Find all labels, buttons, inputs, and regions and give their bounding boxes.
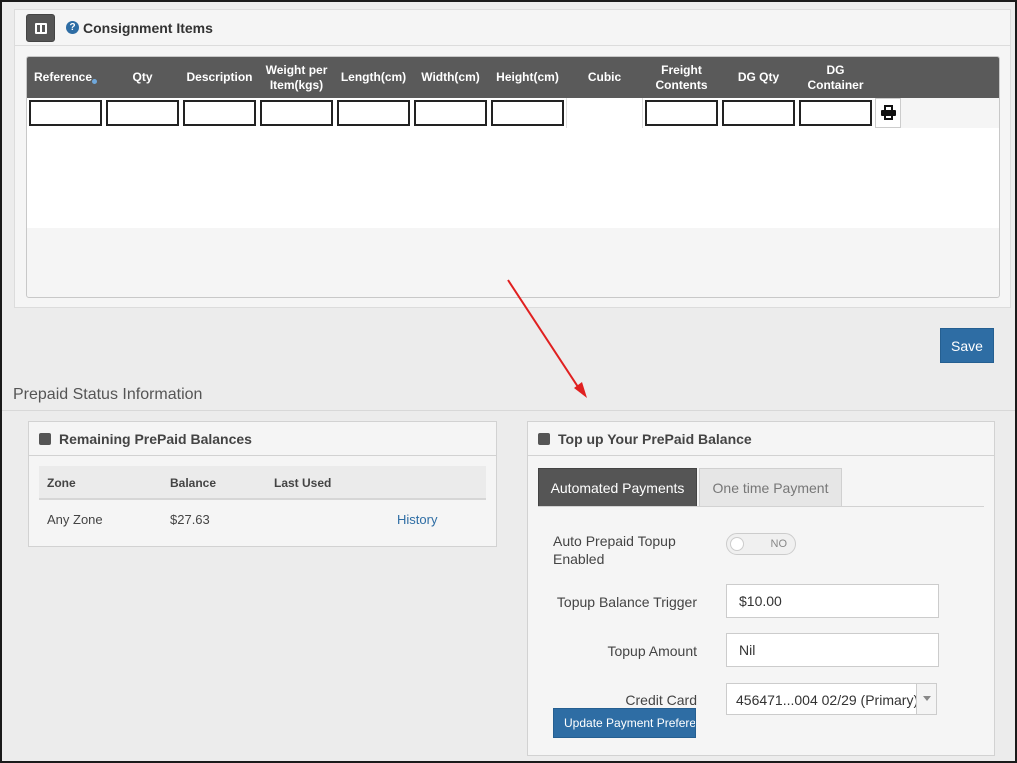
grid-input-row [27, 98, 901, 128]
toggle-columns-button[interactable] [26, 14, 55, 42]
tabs-divider [538, 506, 984, 507]
save-button[interactable]: Save [940, 328, 994, 363]
column-header-dg-qty: DG Qty [737, 70, 780, 84]
column-header-reference[interactable]: Reference [27, 57, 104, 98]
tab-one-time-payment[interactable]: One time Payment [699, 468, 842, 507]
history-link[interactable]: History [397, 512, 437, 527]
grid-header: Reference Qty Description Weight per Ite… [27, 57, 999, 98]
row-balance: $27.63 [170, 512, 210, 527]
qty-input[interactable] [106, 100, 179, 126]
remaining-balances-panel: Remaining PrePaid Balances Zone Balance … [28, 421, 497, 547]
printer-icon [881, 105, 896, 120]
section-divider [2, 410, 1015, 411]
topup-panel-title: Top up Your PrePaid Balance [558, 431, 752, 447]
balances-table-header: Zone Balance Last Used [39, 466, 486, 500]
toggle-state-text: NO [770, 538, 788, 550]
consignment-title: Consignment Items [83, 20, 213, 36]
topup-panel: Top up Your PrePaid Balance Automated Pa… [527, 421, 995, 756]
topup-amount-input[interactable] [726, 633, 939, 667]
column-header-label: Reference [33, 70, 93, 84]
column-header-height: Height(cm) [496, 70, 559, 84]
column-header-freight-contents: Freight Contents [655, 62, 708, 92]
panel-square-icon [39, 433, 51, 445]
auto-topup-toggle[interactable]: NO [726, 533, 796, 555]
dg-qty-input[interactable] [722, 100, 795, 126]
panel-square-icon [538, 433, 550, 445]
reference-input[interactable] [29, 100, 102, 126]
sort-indicator-icon [92, 79, 98, 84]
chevron-down-icon [923, 696, 931, 701]
consignment-grid: Reference Qty Description Weight per Ite… [26, 56, 1000, 298]
balances-panel-header: Remaining PrePaid Balances [29, 422, 496, 456]
toggle-knob [730, 537, 744, 551]
cubic-cell [566, 98, 643, 128]
dg-container-input[interactable] [799, 100, 872, 126]
length-input[interactable] [337, 100, 410, 126]
topup-trigger-label: Topup Balance Trigger [556, 594, 697, 610]
column-header-length: Length(cm) [340, 70, 407, 84]
consignment-header: ? Consignment Items [15, 10, 1010, 46]
credit-card-value: 456471...004 02/29 (Primary) [736, 692, 919, 708]
width-input[interactable] [414, 100, 487, 126]
topup-trigger-input[interactable] [726, 584, 939, 618]
topup-amount-label: Topup Amount [607, 643, 697, 659]
column-header-description: Description [186, 70, 253, 84]
weight-input[interactable] [260, 100, 333, 126]
topup-panel-header: Top up Your PrePaid Balance [528, 422, 994, 456]
freight-contents-input[interactable] [645, 100, 718, 126]
header-zone: Zone [47, 476, 76, 490]
credit-card-label: Credit Card [625, 692, 697, 708]
column-header-width: Width(cm) [421, 70, 480, 84]
tab-automated-payments[interactable]: Automated Payments [538, 468, 697, 507]
help-icon[interactable]: ? [66, 21, 79, 34]
select-arrow-box [916, 684, 936, 714]
print-button[interactable] [875, 98, 901, 128]
page-frame: ? Consignment Items Reference Qty Descri… [0, 0, 1017, 763]
prepaid-section-title: Prepaid Status Information [13, 386, 203, 403]
header-last-used: Last Used [274, 476, 332, 490]
auto-topup-label: Auto Prepaid Topup Enabled [553, 533, 676, 567]
credit-card-select[interactable]: 456471...004 02/29 (Primary) [726, 683, 937, 715]
column-header-cubic: Cubic [587, 70, 622, 84]
consignment-panel: ? Consignment Items Reference Qty Descri… [14, 9, 1011, 308]
column-header-dg-container: DG Container [807, 62, 864, 92]
column-header-qty: Qty [132, 70, 153, 84]
header-balance: Balance [170, 476, 217, 490]
columns-icon [35, 23, 47, 34]
balances-panel-title: Remaining PrePaid Balances [59, 431, 252, 447]
column-header-weight: Weight per Item(kgs) [265, 62, 328, 92]
description-input[interactable] [183, 100, 256, 126]
update-payment-preferences-button[interactable]: Update Payment Preferences [553, 708, 696, 738]
row-zone: Any Zone [47, 512, 103, 527]
grid-empty-area [27, 128, 999, 228]
height-input[interactable] [491, 100, 564, 126]
